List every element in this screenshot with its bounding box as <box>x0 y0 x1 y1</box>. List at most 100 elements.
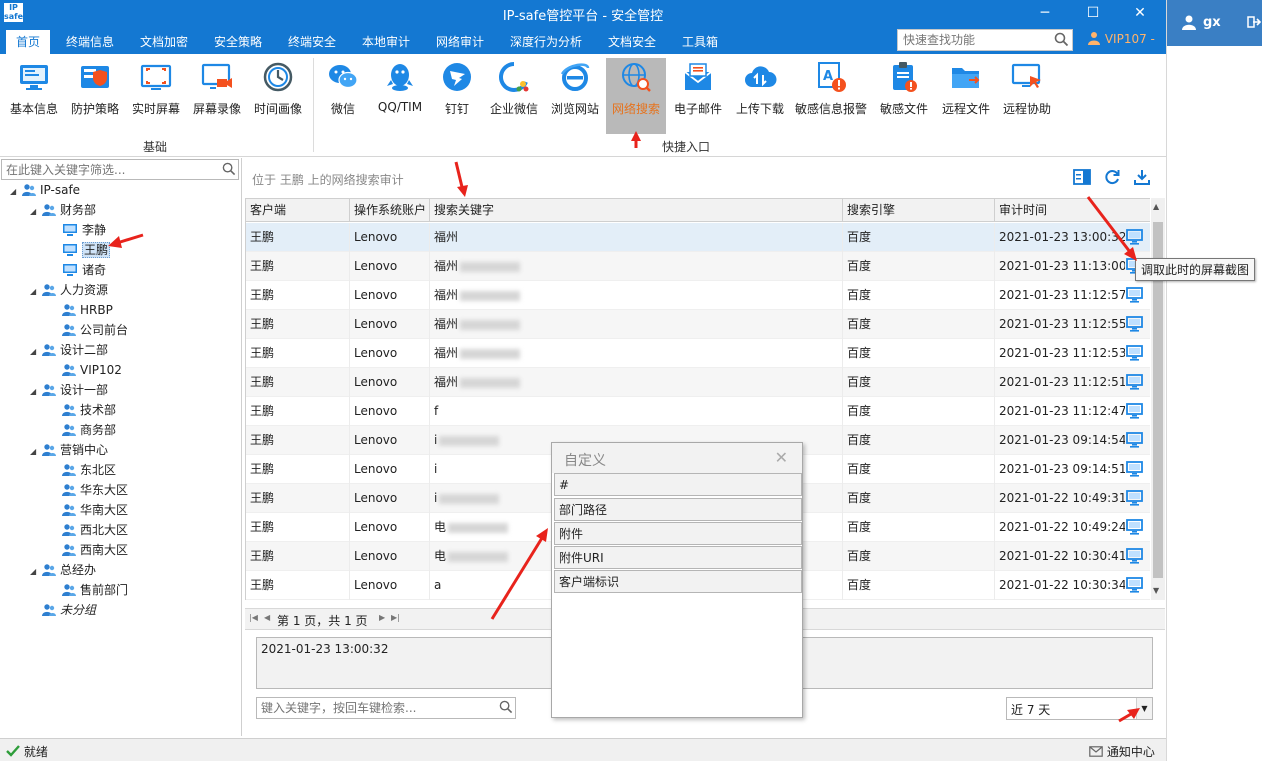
maximize-button[interactable]: ☐ <box>1073 2 1113 24</box>
tree-filter-input[interactable] <box>2 160 217 179</box>
table-row[interactable]: 王鹏 Lenovo 福州 百度 2021-01-23 11:12:53 <box>246 339 1150 368</box>
prev-page-icon[interactable]: ◀ <box>264 613 270 622</box>
vip-account-menu[interactable]: VIP107 - <box>1087 31 1155 46</box>
menu-home[interactable]: 首页 <box>6 30 50 54</box>
tree-node[interactable]: ◢ 设计一部 <box>30 380 108 400</box>
expand-arrow-icon[interactable]: ◢ <box>30 562 42 582</box>
keyword-search-input[interactable] <box>257 698 493 718</box>
menu-toolbox[interactable]: 工具箱 <box>674 30 726 54</box>
first-page-icon[interactable]: |◀ <box>249 613 258 622</box>
popup-item-dept-path[interactable]: 部门路径 <box>554 498 802 521</box>
expand-arrow-icon[interactable]: ◢ <box>10 182 22 202</box>
date-range-select[interactable]: 近 7 天 ▼ <box>1006 697 1153 720</box>
screenshot-monitor-icon[interactable] <box>1126 345 1143 364</box>
tool-basic-info[interactable]: 基本信息 <box>4 58 64 134</box>
table-row[interactable]: 王鹏 Lenovo 福州 百度 2021-01-23 11:12:57 <box>246 281 1150 310</box>
search-icon[interactable] <box>1054 32 1069 50</box>
screenshot-monitor-icon[interactable] <box>1126 461 1143 480</box>
table-row[interactable]: 王鹏 Lenovo 福州 百度 2021-01-23 11:13:00 <box>246 252 1150 281</box>
search-icon[interactable] <box>222 162 236 179</box>
tree-node[interactable]: 商务部 <box>50 420 116 440</box>
tree-node[interactable]: 东北区 <box>50 460 116 480</box>
tree-node[interactable]: 李静 <box>50 220 106 240</box>
tool-realtime-screen[interactable]: 实时屏幕 <box>126 58 186 134</box>
logout-icon[interactable] <box>1247 15 1262 32</box>
popup-item-attachment-uri[interactable]: 附件URI <box>554 546 802 569</box>
popup-item-index[interactable]: # <box>554 473 802 496</box>
tool-wechat[interactable]: 微信 <box>318 58 368 134</box>
col-audit-time[interactable]: 审计时间 <box>995 199 1150 222</box>
tree-node[interactable]: HRBP <box>50 300 113 320</box>
notification-center[interactable]: 通知中心 <box>1089 743 1155 760</box>
popup-item-client-id[interactable]: 客户端标识 <box>554 570 802 593</box>
screenshot-monitor-icon[interactable] <box>1126 548 1143 567</box>
tree-node[interactable]: VIP102 <box>50 360 122 380</box>
screenshot-monitor-icon[interactable] <box>1126 229 1143 248</box>
table-row[interactable]: 王鹏 Lenovo 福州 百度 2021-01-23 11:12:51 <box>246 368 1150 397</box>
tool-sensitive-alert[interactable]: A 敏感信息报警 <box>792 58 870 134</box>
tree-node[interactable]: ◢ 营销中心 <box>30 440 108 460</box>
screenshot-monitor-icon[interactable] <box>1126 374 1143 393</box>
tool-remote-file[interactable]: 远程文件 <box>936 58 996 134</box>
expand-arrow-icon[interactable]: ◢ <box>30 202 42 222</box>
screenshot-monitor-icon[interactable] <box>1126 287 1143 306</box>
tool-wecom[interactable]: 企业微信 <box>484 58 544 134</box>
screenshot-monitor-icon[interactable] <box>1126 577 1143 596</box>
tree-node[interactable]: 华东大区 <box>50 480 128 500</box>
tree-node[interactable]: 公司前台 <box>50 320 128 340</box>
screenshot-monitor-icon[interactable] <box>1126 403 1143 422</box>
tool-dingtalk[interactable]: 钉钉 <box>432 58 482 134</box>
screenshot-monitor-icon[interactable] <box>1126 519 1143 538</box>
column-settings-icon[interactable] <box>1073 168 1091 189</box>
col-os-account[interactable]: 操作系统账户 <box>350 199 430 222</box>
tree-node[interactable]: 王鹏 <box>50 240 111 260</box>
menu-doc-encrypt[interactable]: 文档加密 <box>132 30 196 54</box>
chevron-down-icon[interactable]: ▼ <box>1136 698 1152 719</box>
tree-node[interactable]: ◢ 财务部 <box>30 200 96 220</box>
menu-network-audit[interactable]: 网络审计 <box>428 30 492 54</box>
tree-node[interactable]: 西南大区 <box>50 540 128 560</box>
tool-protection-policy[interactable]: 防护策略 <box>65 58 125 134</box>
tool-screen-record[interactable]: 屏幕录像 <box>187 58 247 134</box>
minimize-button[interactable]: ─ <box>1025 2 1065 24</box>
last-page-icon[interactable]: ▶| <box>391 613 400 622</box>
tree-node[interactable]: ◢ IP-safe <box>10 180 80 200</box>
tree-node[interactable]: 售前部门 <box>50 580 128 600</box>
next-page-icon[interactable]: ▶ <box>379 613 385 622</box>
menu-local-audit[interactable]: 本地审计 <box>354 30 418 54</box>
tree-node[interactable]: 西北大区 <box>50 520 128 540</box>
popup-item-attachment[interactable]: 附件 <box>554 522 802 545</box>
tree-node[interactable]: 未分组 <box>30 600 96 620</box>
menu-terminal-security[interactable]: 终端安全 <box>280 30 344 54</box>
close-button[interactable]: ✕ <box>1120 2 1160 24</box>
screenshot-monitor-icon[interactable] <box>1126 432 1143 451</box>
scroll-up-icon[interactable]: ▲ <box>1153 202 1159 211</box>
download-icon[interactable] <box>1133 168 1151 189</box>
tool-browse-web[interactable]: 浏览网站 <box>546 58 604 134</box>
tool-time-portrait[interactable]: 时间画像 <box>248 58 308 134</box>
expand-arrow-icon[interactable]: ◢ <box>30 382 42 402</box>
screenshot-monitor-icon[interactable] <box>1126 490 1143 509</box>
keyword-search-box[interactable] <box>256 697 516 719</box>
tool-remote-assist[interactable]: 远程协助 <box>998 58 1056 134</box>
table-row[interactable]: 王鹏 Lenovo f 百度 2021-01-23 11:12:47 <box>246 397 1150 426</box>
tree-node[interactable]: ◢ 人力资源 <box>30 280 108 300</box>
expand-arrow-icon[interactable]: ◢ <box>30 282 42 302</box>
col-client[interactable]: 客户端 <box>246 199 350 222</box>
col-engine[interactable]: 搜索引擎 <box>843 199 995 222</box>
menu-security-policy[interactable]: 安全策略 <box>206 30 270 54</box>
quick-search-box[interactable] <box>897 29 1073 51</box>
tool-qq-tim[interactable]: QQ/TIM <box>370 58 430 134</box>
tree-filter-box[interactable] <box>1 159 239 180</box>
tree-node[interactable]: 诸奇 <box>50 260 106 280</box>
tree-node[interactable]: ◢ 总经办 <box>30 560 96 580</box>
tool-sensitive-file[interactable]: 敏感文件 <box>874 58 934 134</box>
table-row[interactable]: 王鹏 Lenovo 福州 百度 2021-01-23 13:00:32 <box>246 223 1150 252</box>
tree-node[interactable]: 华南大区 <box>50 500 128 520</box>
col-keyword[interactable]: 搜索关键字 <box>430 199 843 222</box>
tool-upload-download[interactable]: 上传下载 <box>730 58 790 134</box>
scroll-down-icon[interactable]: ▼ <box>1153 586 1159 595</box>
tree-node[interactable]: 技术部 <box>50 400 116 420</box>
menu-terminal-info[interactable]: 终端信息 <box>58 30 122 54</box>
table-row[interactable]: 王鹏 Lenovo 福州 百度 2021-01-23 11:12:55 <box>246 310 1150 339</box>
